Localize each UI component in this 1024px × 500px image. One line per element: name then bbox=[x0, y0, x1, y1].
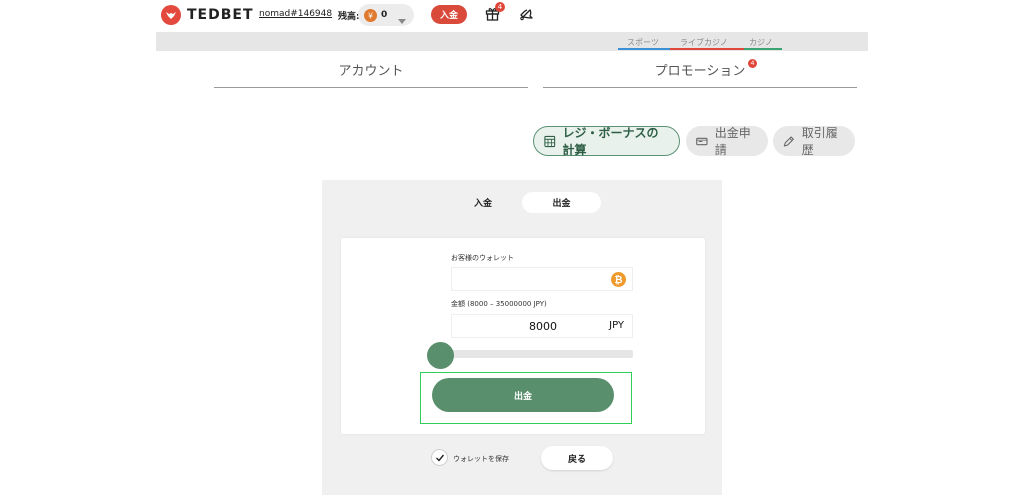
calculator-icon bbox=[544, 135, 556, 147]
tab-sports-underline bbox=[618, 48, 670, 50]
amount-slider-track[interactable] bbox=[451, 350, 633, 358]
amount-currency: JPY bbox=[609, 320, 624, 331]
back-button[interactable]: 戻る bbox=[541, 446, 613, 470]
save-wallet-label: ウォレットを保存 bbox=[453, 455, 509, 463]
calculator-button[interactable]: レジ・ボーナスの計算 bbox=[533, 126, 680, 157]
top-header: TEDBET nomad#146948 残高: ¥ 0 入金 4 bbox=[0, 0, 1024, 32]
svg-text:₿: ₿ bbox=[614, 274, 622, 285]
logo[interactable]: TEDBET bbox=[161, 5, 254, 25]
game-category-bar: スポーツ ライブカジノ カジノ bbox=[156, 32, 868, 51]
tab-account-label: アカウント bbox=[338, 64, 404, 79]
withdraw-button-label: 出金 bbox=[513, 391, 532, 402]
checkmark-icon bbox=[435, 454, 444, 462]
tab-account[interactable]: アカウント bbox=[214, 52, 528, 88]
pen-icon bbox=[783, 135, 794, 147]
balance-label: 残高: bbox=[338, 12, 360, 22]
withdraw-request-label: 出金申請 bbox=[714, 126, 751, 157]
yen-coin-icon: ¥ bbox=[364, 8, 377, 22]
tab-promotion-label: プロモーション bbox=[654, 64, 746, 79]
transaction-history-label: 取引履歴 bbox=[801, 126, 838, 157]
wallet-input[interactable]: ₿ bbox=[451, 267, 633, 291]
promotion-badge: 4 bbox=[748, 59, 757, 68]
amount-value: 8000 bbox=[529, 320, 557, 333]
bull-logo-icon bbox=[161, 5, 181, 25]
subtab-deposit-label: 入金 bbox=[473, 199, 492, 209]
amount-slider-thumb[interactable] bbox=[427, 342, 454, 369]
username-link[interactable]: nomad#146948 bbox=[259, 9, 332, 19]
transaction-history-button[interactable]: 取引履歴 bbox=[773, 126, 855, 157]
calculator-label: レジ・ボーナスの計算 bbox=[562, 126, 659, 157]
withdraw-button[interactable]: 出金 bbox=[432, 378, 614, 412]
tab-casino[interactable]: カジノ bbox=[749, 37, 773, 48]
tab-casino-underline bbox=[744, 48, 782, 50]
amount-label: 金額 (8000 – 35000000 JPY) bbox=[451, 300, 547, 308]
withdraw-form: お客様のウォレット ₿ 金額 (8000 – 35000000 JPY) 800… bbox=[341, 238, 705, 434]
gift-badge: 4 bbox=[495, 2, 505, 12]
cashier-panel: 入金 出金 お客様のウォレット ₿ 金額 (8000 – 35000000 JP… bbox=[322, 180, 722, 495]
amount-input[interactable]: 8000 JPY bbox=[451, 314, 633, 338]
balance-dropdown[interactable]: ¥ 0 bbox=[358, 4, 414, 26]
subtab-deposit[interactable]: 入金 bbox=[444, 192, 522, 213]
balance-value: 0 bbox=[381, 10, 388, 20]
cash-icon bbox=[696, 137, 708, 145]
bitcoin-icon: ₿ bbox=[611, 272, 626, 287]
wallet-label: お客様のウォレット bbox=[451, 254, 514, 262]
tab-live-casino[interactable]: ライブカジノ bbox=[680, 37, 728, 48]
svg-text:¥: ¥ bbox=[368, 11, 373, 20]
save-wallet-checkbox[interactable] bbox=[431, 449, 448, 466]
subtab-withdraw-label: 出金 bbox=[552, 199, 571, 209]
tab-sports[interactable]: スポーツ bbox=[627, 37, 659, 48]
withdraw-request-button[interactable]: 出金申請 bbox=[686, 126, 768, 157]
bell-icon[interactable] bbox=[519, 6, 534, 25]
back-button-label: 戻る bbox=[567, 454, 586, 465]
tab-promotion[interactable]: プロモーション bbox=[543, 52, 857, 88]
chevron-down-icon bbox=[398, 10, 406, 29]
tab-live-casino-underline bbox=[670, 48, 744, 50]
deposit-button[interactable]: 入金 bbox=[431, 5, 467, 24]
logo-text: TEDBET bbox=[187, 7, 254, 23]
subtab-withdraw[interactable]: 出金 bbox=[522, 192, 601, 213]
